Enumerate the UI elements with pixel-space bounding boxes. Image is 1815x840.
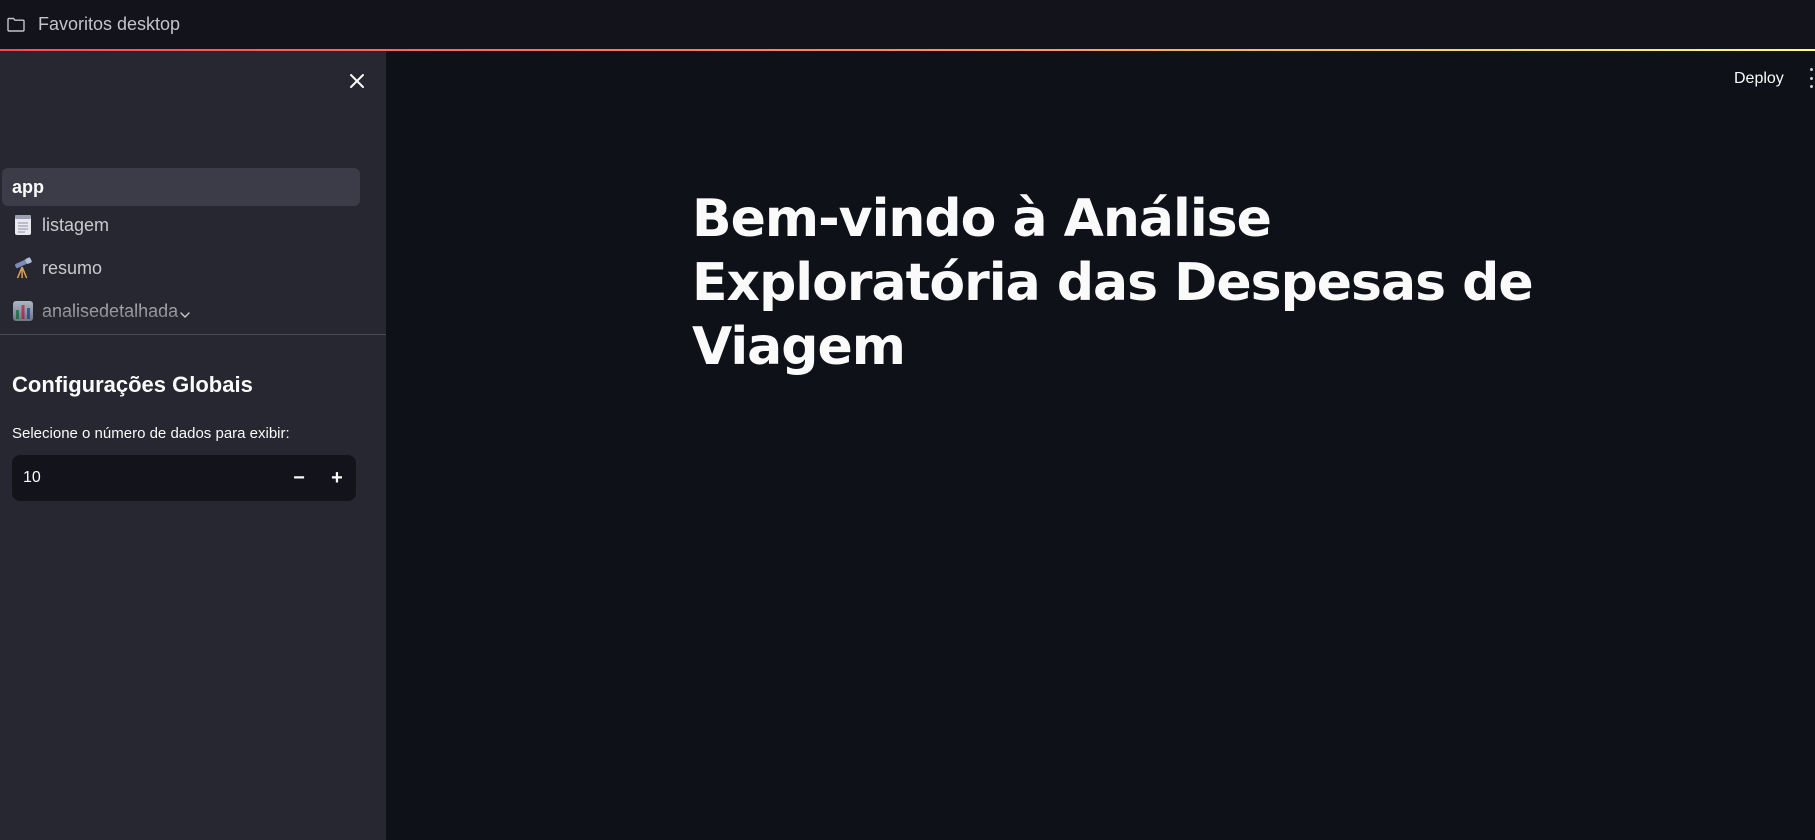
bookmark-folder-favoritos-desktop[interactable]: Favoritos desktop xyxy=(38,14,180,35)
chevron-down-icon xyxy=(180,311,190,318)
bookmarks-bar: Favoritos desktop xyxy=(0,0,1815,49)
bar-chart-icon xyxy=(12,299,34,323)
folder-icon xyxy=(6,17,26,33)
close-icon xyxy=(350,74,364,88)
plus-icon: + xyxy=(331,466,343,489)
page-title: Bem-vindo à Análise Exploratória das Des… xyxy=(692,189,1534,377)
nav-item-listagem[interactable]: listagem xyxy=(2,206,360,244)
nav-item-label: app xyxy=(12,176,45,197)
number-input: − + xyxy=(12,455,356,501)
nav-item-label: listagem xyxy=(42,214,110,235)
nav-item-app[interactable]: app xyxy=(2,168,360,206)
sidebar-divider xyxy=(0,334,386,335)
notepad-icon xyxy=(12,213,34,237)
nav-item-label: resumo xyxy=(42,257,103,278)
number-input-field[interactable] xyxy=(12,468,280,488)
decrement-button[interactable]: − xyxy=(280,455,318,501)
more-vertical-icon[interactable] xyxy=(1810,68,1815,88)
sidebar-close-button[interactable] xyxy=(344,68,370,94)
nav-item-resumo[interactable]: resumo xyxy=(2,249,360,287)
page-navigation: app listagem resumo analisedetalhada xyxy=(0,168,386,334)
settings-header: Configurações Globais xyxy=(12,372,253,397)
telescope-icon xyxy=(12,256,34,280)
minus-icon: − xyxy=(293,466,305,489)
number-input-label: Selecione o número de dados para exibir: xyxy=(12,425,290,442)
increment-button[interactable]: + xyxy=(318,455,356,501)
main-content: Deploy Bem-vindo à Análise Exploratória … xyxy=(386,51,1815,840)
nav-expand-button[interactable] xyxy=(178,308,192,322)
sidebar: app listagem resumo analisedetalhada Con… xyxy=(0,51,386,840)
deploy-button[interactable]: Deploy xyxy=(1724,61,1794,97)
nav-item-label: analisedetalhada xyxy=(42,300,179,321)
